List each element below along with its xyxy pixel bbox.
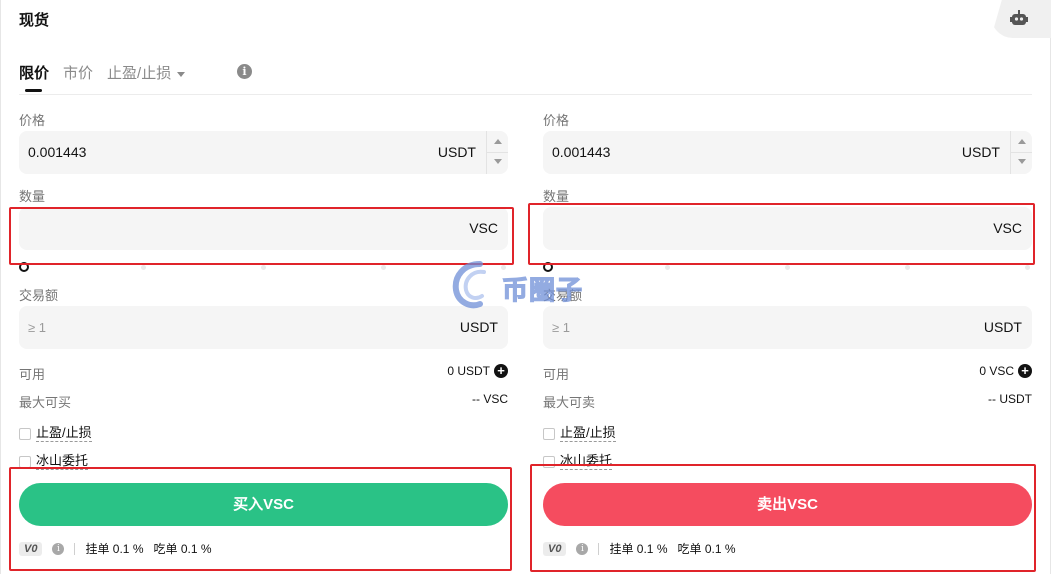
slider-mark[interactable] [785,265,790,270]
tab-limit[interactable]: 限价 [19,62,49,92]
sell-price-label: 价格 [543,113,570,128]
buy-total-unit: USDT [459,319,498,335]
sell-amount-unit: VSC [993,220,1022,236]
sell-total-placeholder: ≥ 1 [552,320,570,335]
buy-price-input[interactable]: 0.001443 USDT [19,131,508,174]
sell-total-input[interactable]: ≥ 1 USDT [543,306,1032,349]
sell-price-unit: USDT [961,144,1000,160]
buy-iceberg-label: 冰山委托 [36,453,89,470]
buy-price-label: 价格 [19,113,46,128]
slider-mark[interactable] [381,265,386,270]
maker-fee: 挂单 0.1 % [85,542,144,556]
sell-tpsl-label: 止盈/止损 [560,425,616,442]
buy-iceberg-checkbox[interactable]: 冰山委托 [19,453,89,470]
sell-price-stepper[interactable] [1010,131,1032,174]
tab-tpsl-label: 止盈/止损 [107,65,172,82]
stepper-down-icon[interactable] [494,159,502,164]
slider-mark[interactable] [665,265,670,270]
vip-tier-badge[interactable]: V0 [19,541,43,556]
checkbox-icon[interactable] [543,427,555,440]
sell-button[interactable]: 卖出VSC [543,483,1032,526]
panel-title: 现货 [19,12,50,29]
buy-total-label: 交易额 [19,288,59,303]
buy-available-value: 0 USDT [447,364,490,378]
sell-fee-row: V0 i 挂单 0.1 % 吃单 0.1 % [543,540,736,557]
slider-mark[interactable] [501,265,506,270]
sell-total-unit: USDT [983,319,1022,335]
tabs-divider [19,94,1032,95]
buy-amount-input[interactable]: VSC [19,207,508,250]
buy-button[interactable]: 买入VSC [19,483,508,526]
order-type-tabs: 限价 市价 止盈/止损 [19,62,199,92]
tab-tpsl[interactable]: 止盈/止损 [107,62,186,83]
info-icon[interactable]: i [237,64,252,79]
buy-fee-row: V0 i 挂单 0.1 % 吃单 0.1 % [19,540,212,557]
buy-amount-unit: VSC [469,220,498,236]
sell-iceberg-checkbox[interactable]: 冰山委托 [543,453,613,470]
buy-max-value: -- VSC [472,392,508,406]
sell-max-label: 最大可卖 [543,395,596,410]
sell-price-value: 0.001443 [552,144,611,160]
deposit-plus-icon[interactable]: + [494,364,508,378]
buy-price-unit: USDT [437,144,476,160]
checkbox-icon[interactable] [19,455,31,468]
slider-handle[interactable] [19,262,29,272]
stepper-up-icon[interactable] [494,139,502,144]
sell-amount-slider[interactable] [543,262,1032,272]
buy-price-stepper[interactable] [486,131,508,174]
maker-fee: 挂单 0.1 % [609,542,668,556]
sell-max-value: -- USDT [988,392,1032,406]
checkbox-icon[interactable] [19,427,31,440]
vip-tier-badge[interactable]: V0 [543,541,567,556]
slider-mark[interactable] [141,265,146,270]
taker-fee: 吃单 0.1 % [677,542,736,556]
tab-market[interactable]: 市价 [63,62,93,83]
buy-total-input[interactable]: ≥ 1 USDT [19,306,508,349]
sell-tpsl-checkbox[interactable]: 止盈/止损 [543,425,616,442]
fee-info-icon[interactable]: i [576,542,589,555]
slider-mark[interactable] [1025,265,1030,270]
buy-amount-slider[interactable] [19,262,508,272]
robot-icon[interactable] [1010,10,1028,28]
stepper-up-icon[interactable] [1018,139,1026,144]
sell-total-label: 交易额 [543,288,583,303]
fee-info-icon[interactable]: i [52,542,65,555]
sell-available-label: 可用 [543,367,570,382]
taker-fee: 吃单 0.1 % [153,542,212,556]
slider-mark[interactable] [261,265,266,270]
buy-tpsl-checkbox[interactable]: 止盈/止损 [19,425,92,442]
sell-amount-input[interactable]: VSC [543,207,1032,250]
slider-mark[interactable] [905,265,910,270]
buy-amount-label: 数量 [19,189,46,204]
buy-tpsl-label: 止盈/止损 [36,425,92,442]
buy-price-value: 0.001443 [28,144,87,160]
sell-available-value: 0 VSC [979,364,1014,378]
stepper-down-icon[interactable] [1018,159,1026,164]
checkbox-icon[interactable] [543,455,555,468]
sell-amount-label: 数量 [543,189,570,204]
sell-iceberg-label: 冰山委托 [560,453,613,470]
buy-total-placeholder: ≥ 1 [28,320,46,335]
slider-handle[interactable] [543,262,553,272]
deposit-plus-icon[interactable]: + [1018,364,1032,378]
buy-available-label: 可用 [19,367,46,382]
sell-price-input[interactable]: 0.001443 USDT [543,131,1032,174]
buy-max-label: 最大可买 [19,395,72,410]
caret-down-icon [177,71,186,77]
